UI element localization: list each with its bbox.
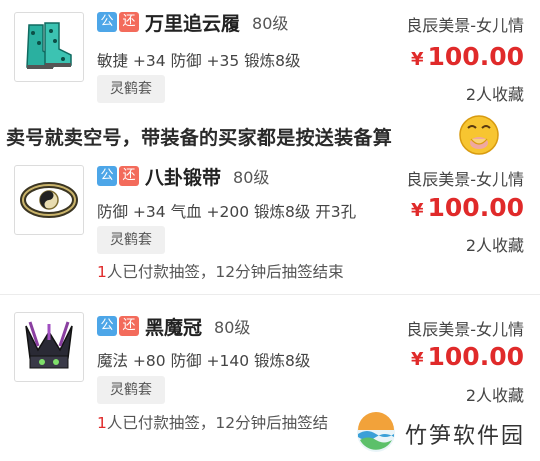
item-name: 八卦锻带 bbox=[145, 166, 222, 189]
item-price: ¥100.00 bbox=[410, 42, 524, 71]
item-name: 万里追云履 bbox=[145, 12, 241, 35]
public-badge: 公 bbox=[97, 166, 117, 186]
lottery-status: 1人已付款抽签，12分钟后抽签结束 bbox=[97, 263, 344, 281]
item-level: 80级 bbox=[214, 318, 251, 337]
public-badge: 公 bbox=[97, 12, 117, 32]
listing-item-1[interactable]: 公 还 万里追云履 80级 良辰美景-女儿情 敏捷 +34 防御 +35 锻炼8… bbox=[0, 0, 540, 113]
item-level: 80级 bbox=[233, 168, 270, 187]
lottery-status: 1人已付款抽签，12分钟后抽签结 bbox=[97, 414, 329, 432]
bargain-badge: 还 bbox=[119, 12, 139, 32]
item-attributes: 防御 +34 气血 +200 锻炼8级 开3孔 bbox=[97, 203, 357, 221]
item-attributes: 敏捷 +34 防御 +35 锻炼8级 bbox=[97, 52, 301, 70]
face-covering-mouth-emoji-icon bbox=[459, 115, 499, 155]
watermark-text: 竹笋软件园 bbox=[405, 424, 526, 449]
server-name: 良辰美景-女儿情 bbox=[406, 16, 524, 35]
favorite-count: 2人收藏 bbox=[465, 236, 524, 255]
set-tag[interactable]: 灵鹤套 bbox=[97, 226, 165, 254]
bargain-badge: 还 bbox=[119, 316, 139, 336]
favorite-count: 2人收藏 bbox=[465, 386, 524, 405]
bargain-badge: 还 bbox=[119, 166, 139, 186]
watermark: 竹笋软件园 bbox=[345, 404, 540, 461]
listing-item-2[interactable]: 公 还 八卦锻带 80级 良辰美景-女儿情 防御 +34 气血 +200 锻炼8… bbox=[0, 155, 540, 290]
item-level: 80级 bbox=[252, 14, 289, 33]
server-name: 良辰美景-女儿情 bbox=[406, 170, 524, 189]
item-price: ¥100.00 bbox=[410, 193, 524, 222]
set-tag[interactable]: 灵鹤套 bbox=[97, 376, 165, 404]
overlay-caption: 卖号就卖空号，带装备的买家都是按送装备算 bbox=[0, 113, 540, 155]
item-attributes: 魔法 +80 防御 +140 锻炼8级 bbox=[97, 352, 311, 370]
caption-text: 卖号就卖空号，带装备的买家都是按送装备算 bbox=[6, 127, 393, 149]
item-price: ¥100.00 bbox=[410, 342, 524, 371]
favorite-count: 2人收藏 bbox=[465, 85, 524, 104]
public-badge: 公 bbox=[97, 316, 117, 336]
server-name: 良辰美景-女儿情 bbox=[406, 320, 524, 339]
item-name: 黑魔冠 bbox=[145, 316, 203, 339]
belt-icon[interactable] bbox=[14, 165, 84, 235]
boots-icon[interactable] bbox=[14, 12, 84, 82]
helmet-icon[interactable] bbox=[14, 312, 84, 382]
set-tag[interactable]: 灵鹤套 bbox=[97, 75, 165, 103]
divider bbox=[0, 294, 540, 295]
site-logo-icon bbox=[357, 412, 395, 452]
